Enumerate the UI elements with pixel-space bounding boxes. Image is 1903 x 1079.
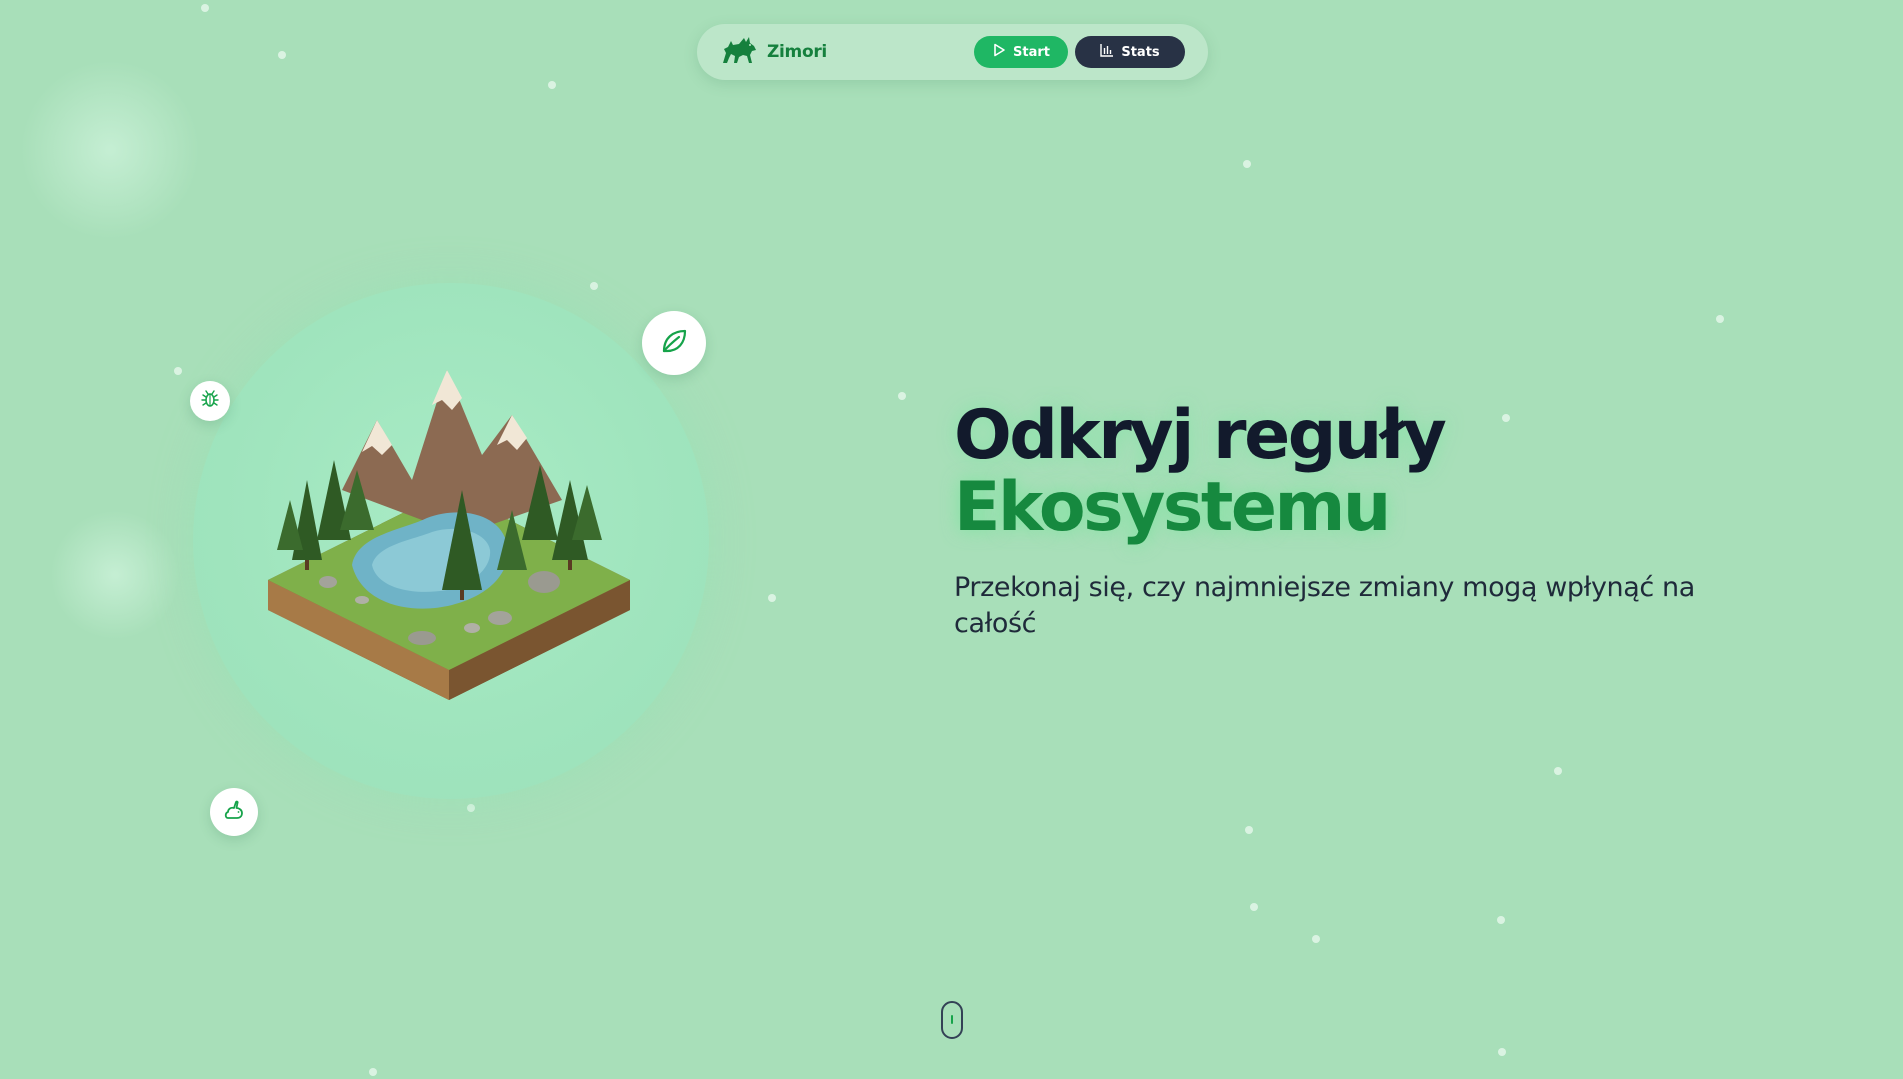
background-particle xyxy=(1312,935,1320,943)
background-particle xyxy=(768,594,776,602)
background-particle xyxy=(1502,414,1510,422)
stats-button[interactable]: Stats xyxy=(1075,36,1185,68)
hero-title-line2: Ekosystemu xyxy=(954,468,1391,547)
background-particle xyxy=(201,4,209,12)
hero-title: Odkryj reguły Ekosystemu xyxy=(954,396,1447,547)
page: Zimori Start Stats Odkryj reguły Ekosyst… xyxy=(0,0,1903,1079)
background-particle xyxy=(1245,826,1253,834)
background-particle xyxy=(1554,767,1562,775)
scroll-wheel xyxy=(951,1015,953,1024)
forest-lake-island-illustration xyxy=(268,370,630,700)
start-button-label: Start xyxy=(1013,44,1050,60)
brand[interactable]: Zimori xyxy=(719,32,827,72)
background-particle xyxy=(1498,1048,1506,1056)
play-icon xyxy=(992,43,1006,61)
background-particle xyxy=(1497,916,1505,924)
mouse-scroll-icon[interactable] xyxy=(941,1001,963,1039)
bug-badge xyxy=(190,381,230,421)
background-particle xyxy=(174,367,182,375)
bug-icon xyxy=(200,389,220,413)
background-particle xyxy=(1716,315,1724,323)
background-particle xyxy=(467,804,475,812)
background-glow xyxy=(20,60,200,240)
wolf-logo-icon xyxy=(719,33,759,71)
rabbit-badge xyxy=(210,788,258,836)
hero-subtitle: Przekonaj się, czy najmniejsze zmiany mo… xyxy=(954,572,1695,639)
background-particle xyxy=(1250,903,1258,911)
background-particle xyxy=(369,1068,377,1076)
background-particle xyxy=(548,81,556,89)
background-particle xyxy=(1243,160,1251,168)
top-navbar: Zimori Start Stats xyxy=(697,24,1208,80)
leaf-icon xyxy=(659,326,689,360)
rabbit-icon xyxy=(222,798,246,826)
hero-title-line1: Odkryj reguły xyxy=(954,396,1447,475)
brand-name: Zimori xyxy=(767,42,827,62)
bar-chart-icon xyxy=(1100,43,1114,61)
background-particle xyxy=(590,282,598,290)
background-glow xyxy=(50,510,180,640)
leaf-badge xyxy=(642,311,706,375)
background-particle xyxy=(898,392,906,400)
stats-button-label: Stats xyxy=(1121,44,1160,60)
start-button[interactable]: Start xyxy=(974,36,1068,68)
background-particle xyxy=(278,51,286,59)
